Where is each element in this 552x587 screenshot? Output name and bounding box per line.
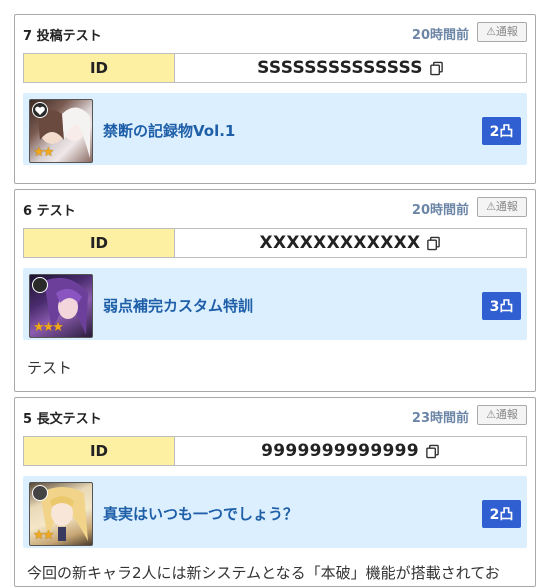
star-rating: ★★	[33, 145, 54, 160]
skill-icon	[32, 277, 48, 293]
post-time: 23時間前	[411, 411, 469, 426]
heart-icon	[32, 102, 48, 118]
report-button[interactable]: ⚠通報	[477, 197, 527, 217]
post-title: 6 テスト	[23, 204, 76, 219]
limit-break-badge: 2凸	[482, 117, 521, 145]
post-card: 7 投稿テスト 20時間前 ⚠通報 ID SSSSSSSSSSSSSS ★★ 禁…	[14, 14, 536, 184]
id-value-container[interactable]: XXXXXXXXXXXX	[175, 229, 526, 257]
character-thumbnail: ★★	[29, 99, 93, 163]
post-header: 5 長文テスト 23時間前 ⚠通報	[23, 405, 527, 427]
post-comment: テスト	[27, 359, 73, 377]
post-card: 6 テスト 20時間前 ⚠通報 ID XXXXXXXXXXXX ★★★ 弱点補完…	[14, 189, 536, 392]
report-button[interactable]: ⚠通報	[477, 405, 527, 425]
character-thumbnail: ★★	[29, 482, 93, 546]
star-rating: ★★	[33, 528, 54, 543]
deck-name[interactable]: 弱点補完カスタム特訓	[103, 295, 253, 316]
copy-icon[interactable]	[426, 236, 441, 251]
post-time: 20時間前	[411, 28, 469, 43]
id-value: SSSSSSSSSSSSSS	[257, 58, 423, 78]
copy-icon[interactable]	[429, 61, 444, 76]
id-label: ID	[24, 229, 175, 257]
id-label: ID	[24, 437, 175, 465]
deck-link[interactable]: ★★★ 弱点補完カスタム特訓 3凸	[23, 268, 527, 340]
skill-icon	[32, 485, 48, 501]
id-label: ID	[24, 54, 175, 82]
post-title: 7 投稿テスト	[23, 29, 102, 44]
id-value: 9999999999999	[261, 441, 419, 461]
deck-name[interactable]: 禁断の記録物Vol.1	[103, 120, 235, 141]
id-value: XXXXXXXXXXXX	[259, 233, 421, 253]
post-title: 5 長文テスト	[23, 412, 102, 427]
id-value-container[interactable]: 9999999999999	[175, 437, 526, 465]
limit-break-badge: 2凸	[482, 500, 521, 528]
deck-name[interactable]: 真実はいつも一つでしょう？	[103, 503, 298, 524]
post-header: 7 投稿テスト 20時間前 ⚠通報	[23, 22, 527, 44]
id-row: ID 9999999999999	[23, 436, 527, 466]
deck-link[interactable]: ★★ 真実はいつも一つでしょう？ 2凸	[23, 476, 527, 548]
post-header: 6 テスト 20時間前 ⚠通報	[23, 197, 527, 219]
copy-icon[interactable]	[425, 444, 440, 459]
limit-break-badge: 3凸	[482, 292, 521, 320]
post-comment: 今回の新キャラ2人には新システムとなる「本破」機能が搭載されてお	[27, 564, 500, 582]
report-button[interactable]: ⚠通報	[477, 22, 527, 42]
post-card: 5 長文テスト 23時間前 ⚠通報 ID 9999999999999 ★★ 真実…	[14, 397, 536, 587]
post-time: 20時間前	[411, 203, 469, 218]
character-thumbnail: ★★★	[29, 274, 93, 338]
star-rating: ★★★	[33, 320, 64, 335]
id-value-container[interactable]: SSSSSSSSSSSSSS	[175, 54, 526, 82]
id-row: ID XXXXXXXXXXXX	[23, 228, 527, 258]
deck-link[interactable]: ★★ 禁断の記録物Vol.1 2凸	[23, 93, 527, 165]
id-row: ID SSSSSSSSSSSSSS	[23, 53, 527, 83]
